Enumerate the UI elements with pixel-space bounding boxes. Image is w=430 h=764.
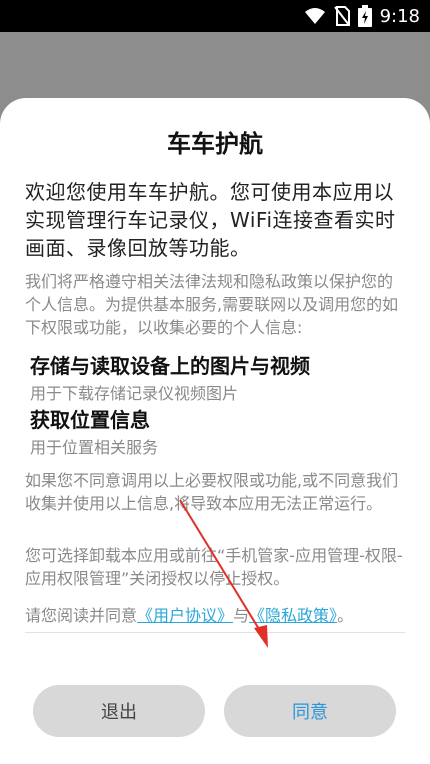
privacy-dialog: 车车护航 欢迎您使用车车护航。您可使用本应用以实现管理行车记录仪，WiFi连接查… (0, 98, 430, 764)
agreement-prefix: 请您阅读并同意 (25, 606, 138, 625)
permission-desc-location: 用于位置相关服务 (30, 438, 159, 457)
no-sim-icon (333, 6, 350, 26)
privacy-policy-link[interactable]: 《隐私政策》 (249, 606, 337, 625)
agree-button[interactable]: 同意 (224, 685, 396, 737)
agreement-line: 请您阅读并同意《用户协议》与《隐私政策》。 (25, 604, 407, 627)
battery-charging-icon (357, 5, 372, 27)
divider (25, 632, 405, 633)
dialog-title: 车车护航 (167, 130, 263, 158)
permission-desc-storage: 用于下载存储记录仪视频图片 (30, 384, 239, 403)
exit-button[interactable]: 退出 (33, 685, 205, 737)
user-agreement-link[interactable]: 《用户协议》 (137, 606, 233, 625)
disagree-text: 如果您不同意调用以上必要权限或功能,或不同意我们收集并使用以上信息,将导致本应用… (25, 471, 399, 513)
permission-title-storage: 存储与读取设备上的图片与视频 (30, 354, 310, 378)
agreement-and: 与 (233, 606, 250, 625)
notice-text: 我们将严格遵守相关法律法规和隐私政策以保护您的个人信息。为提供基本服务,需要联网… (25, 272, 399, 337)
permission-title-location: 获取位置信息 (30, 408, 150, 432)
agreement-suffix: 。 (337, 606, 354, 625)
revoke-text: 您可选择卸载本应用或前往“手机管家-应用管理-权限-应用权限管理”关闭授权以停止… (25, 546, 403, 588)
wifi-icon (304, 7, 326, 25)
status-time: 9:18 (379, 5, 420, 27)
status-bar: 9:18 (0, 0, 430, 32)
intro-text: 欢迎您使用车车护航。您可使用本应用以实现管理行车记录仪，WiFi连接查看实时画面… (25, 180, 396, 260)
status-icons: 9:18 (304, 0, 420, 32)
